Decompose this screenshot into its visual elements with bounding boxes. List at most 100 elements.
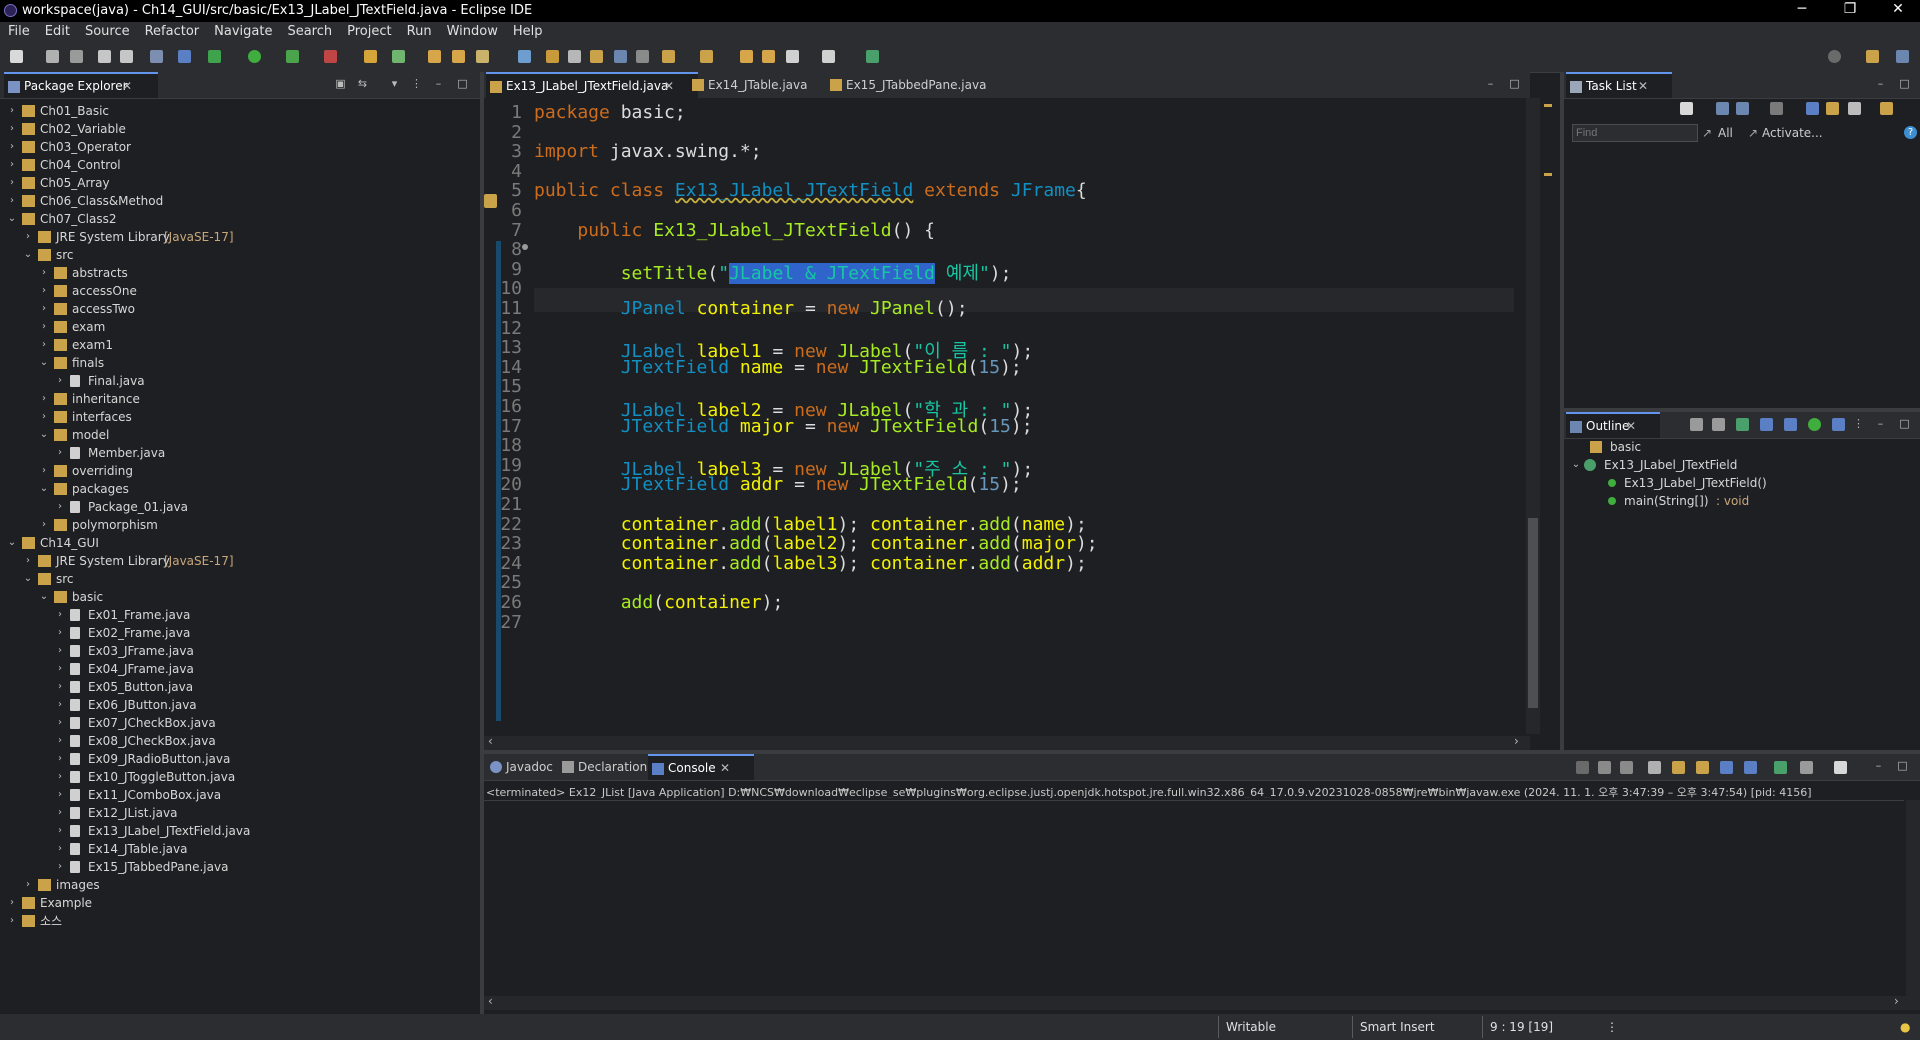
undo-icon[interactable] [98,50,111,63]
menu-edit[interactable]: Edit [37,22,77,39]
tab-task-list[interactable]: Task List ✕ [1566,72,1672,98]
chevron-down-icon[interactable]: ⌄ [6,534,18,552]
maximize-view-icon[interactable]: □ [1896,759,1909,772]
close-icon[interactable]: ✕ [1626,414,1636,438]
terminal-icon[interactable] [150,50,163,63]
menu-navigate[interactable]: Navigate [206,22,279,39]
tab-package-explorer[interactable]: Package Explorer ✕ [4,72,158,98]
minimize-view-icon[interactable]: – [1874,417,1887,430]
pin-editor-icon[interactable] [866,50,879,63]
sort-icon[interactable] [1826,102,1839,115]
minimize-editor-icon[interactable]: – [1484,77,1497,90]
maximize-view-icon[interactable]: □ [1898,417,1911,430]
show-stderr-icon[interactable] [1744,761,1757,774]
tab-ex15[interactable]: Ex15_JTabbedPane.java [826,72,1006,98]
chevron-right-icon[interactable]: › [54,750,66,768]
chevron-right-icon[interactable]: › [6,102,18,120]
code-line[interactable]: public Ex13_JLabel_JTextField() { [534,220,935,241]
chevron-right-icon[interactable]: › [54,786,66,804]
chevron-right-icon[interactable]: › [6,912,18,930]
scroll-left-icon[interactable]: ‹ [488,994,493,1008]
chevron-right-icon[interactable]: › [38,516,50,534]
prev-annotation-icon[interactable] [700,50,713,63]
java-perspective-icon[interactable] [1896,50,1909,63]
warning-overview-mark[interactable] [1544,104,1552,107]
scroll-right-icon[interactable]: › [1514,734,1519,748]
collapse-all-icon[interactable]: ▣ [334,77,347,90]
code-line[interactable]: package basic; [534,102,686,123]
chevron-down-icon[interactable]: ⌄ [1570,456,1582,474]
link-editor-icon[interactable]: ⇆ [356,77,369,90]
chevron-right-icon[interactable]: › [54,606,66,624]
chevron-down-icon[interactable]: ⌄ [22,246,34,264]
minimize-view-icon[interactable]: – [1872,759,1885,772]
close-tab-icon[interactable]: ✕ [664,74,674,98]
chevron-right-icon[interactable]: › [38,390,50,408]
menu-search[interactable]: Search [279,22,339,39]
external-tools-icon[interactable] [324,50,337,63]
chevron-right-icon[interactable]: › [54,660,66,678]
word-wrap-console-icon[interactable] [1696,761,1709,774]
chevron-right-icon[interactable]: › [54,822,66,840]
minimize-view-icon[interactable]: – [1874,77,1887,90]
chevron-down-icon[interactable]: ⌄ [38,588,50,606]
scroll-left-icon[interactable]: ‹ [488,734,493,748]
status-insert-mode[interactable]: Smart Insert [1360,1020,1435,1034]
chevron-right-icon[interactable]: › [54,696,66,714]
activate-link[interactable]: Activate... [1762,126,1823,140]
chevron-right-icon[interactable]: › [54,804,66,822]
open-type-icon[interactable] [428,50,441,63]
display-console-icon[interactable] [1800,761,1813,774]
search-icon[interactable] [1828,50,1841,63]
chevron-right-icon[interactable]: › [54,372,66,390]
collapse-outline-icon[interactable] [1690,418,1703,431]
chevron-right-icon[interactable]: › [22,552,34,570]
chevron-right-icon[interactable]: › [54,840,66,858]
scroll-lock-icon[interactable] [1672,761,1685,774]
maximize-view-icon[interactable]: □ [456,77,469,90]
save-icon[interactable] [46,50,59,63]
scroll-thumb[interactable] [1528,518,1538,708]
pencil-icon[interactable] [546,50,559,63]
maximize-editor-icon[interactable]: □ [1508,77,1521,90]
console-output[interactable] [484,800,1904,997]
chevron-down-icon[interactable]: ⌄ [38,480,50,498]
menu-run[interactable]: Run [399,22,439,39]
view-menu-icon[interactable]: ⋮ [1852,417,1865,430]
back-arrow-icon[interactable] [786,50,799,63]
editor-horizontal-scrollbar[interactable]: ‹ › [484,734,1530,750]
chevron-right-icon[interactable]: › [54,858,66,876]
filter-icon[interactable]: ▾ [388,77,401,90]
code-line[interactable]: container.add(label1); container.add(nam… [534,514,1087,535]
code-editor[interactable]: 1 package basic; 2 3 import javax.swing.*; 4 5… [484,98,1530,736]
categorized-icon[interactable] [1716,102,1729,115]
open-perspective-icon[interactable] [1866,50,1879,63]
restore-button[interactable]: ❐ [1835,1,1865,17]
block-selection-icon[interactable] [590,50,603,63]
annotation-icon[interactable] [518,50,531,63]
chevron-right-icon[interactable]: › [38,264,50,282]
run-icon[interactable] [248,50,261,63]
tab-ex13[interactable]: Ex13_JLabel_JTextField.java ✕ [486,72,698,98]
hide-fields-icon[interactable] [1736,418,1749,431]
chevron-right-icon[interactable]: › [22,228,34,246]
sync-icon[interactable] [1880,102,1893,115]
chevron-right-icon[interactable]: › [54,498,66,516]
code-line[interactable]: JTextField major = new JTextField(15); [534,416,1033,437]
scheduled-icon[interactable] [1736,102,1749,115]
minimize-button[interactable]: ─ [1787,1,1817,17]
code-line[interactable]: import javax.swing.*; [534,141,762,162]
new-java-project-icon[interactable] [364,50,377,63]
chevron-right-icon[interactable]: › [54,624,66,642]
forward-edit-icon[interactable] [762,50,775,63]
code-line[interactable]: setTitle("JLabel & JTextField 예제"); [534,259,1011,285]
tip-bulb-icon[interactable]: ● [1900,1020,1910,1034]
all-filter-link[interactable]: All [1718,126,1733,140]
menu-file[interactable]: File [0,22,37,39]
tab-outline[interactable]: Outline ✕ [1566,412,1660,438]
chevron-right-icon[interactable]: › [54,714,66,732]
hide-local-icon[interactable] [1808,418,1821,431]
close-icon[interactable]: ✕ [122,74,132,98]
chevron-right-icon[interactable]: › [38,318,50,336]
occurrence-overview-mark[interactable] [1544,173,1552,176]
